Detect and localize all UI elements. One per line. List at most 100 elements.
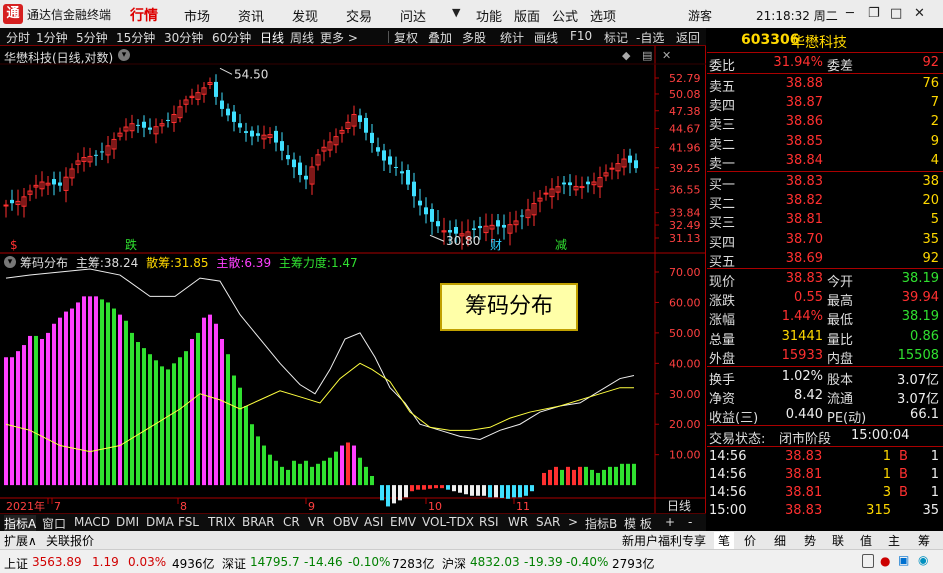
- chip-bar: [590, 469, 594, 486]
- menu-item-wenda[interactable]: 问达: [400, 6, 426, 25]
- tab-dma[interactable]: DMA: [146, 515, 174, 529]
- maximize-icon[interactable]: □: [890, 6, 902, 21]
- btn-mark[interactable]: 标记: [604, 29, 628, 46]
- tick-price: 38.81: [785, 485, 823, 500]
- tab-sar[interactable]: SAR: [536, 515, 560, 529]
- chart-area[interactable]: 52.79 50.08 47.38 44.67 41.96 39.25 36.55 33.84…: [0, 46, 706, 513]
- tab-vol-tdx[interactable]: VOL-TDX: [422, 515, 474, 529]
- chip-bar: [298, 463, 302, 486]
- tab-indicator-a[interactable]: 指标A: [4, 515, 37, 532]
- tab-brar[interactable]: BRAR: [242, 515, 275, 529]
- subtab-detail[interactable]: 细: [774, 532, 786, 549]
- tab-daily[interactable]: 日线: [260, 29, 284, 46]
- btn-multi-stock[interactable]: 多股: [462, 29, 486, 46]
- menu-item-market[interactable]: 市场: [184, 6, 210, 25]
- subtab-main[interactable]: 主: [888, 532, 900, 549]
- tab-rsi[interactable]: RSI: [479, 515, 499, 529]
- zoom-in-button[interactable]: +: [665, 515, 675, 529]
- keyboard-icon[interactable]: [862, 554, 874, 568]
- diamond-icon[interactable]: ◆: [622, 49, 630, 62]
- zoom-out-button[interactable]: -: [688, 515, 692, 529]
- menu-item-trade[interactable]: 交易: [346, 6, 372, 25]
- minimize-icon[interactable]: ─: [846, 6, 854, 21]
- candle-body: [142, 121, 146, 128]
- btn-overlay[interactable]: 叠加: [428, 29, 452, 46]
- ask-price: 38.88: [785, 76, 823, 91]
- tab-5min[interactable]: 5分钟: [76, 29, 108, 46]
- tab-fsl[interactable]: FSL: [178, 515, 199, 529]
- user-label[interactable]: 游客: [688, 7, 712, 24]
- indicator-chevron-icon[interactable]: ▾: [4, 256, 16, 268]
- close-panel-icon[interactable]: ✕: [662, 49, 671, 62]
- hs-index-name[interactable]: 沪深: [442, 555, 466, 572]
- subtab-chips[interactable]: 筹: [918, 532, 930, 549]
- menu-item-formula[interactable]: 公式: [552, 6, 578, 25]
- btn-stats[interactable]: 统计: [500, 29, 524, 46]
- chart-canvas[interactable]: 52.79 50.08 47.38 44.67 41.96 39.25 36.55 33.84…: [0, 46, 706, 513]
- tab-weekly[interactable]: 周线: [290, 29, 314, 46]
- btn-f10[interactable]: F10: [570, 29, 592, 43]
- menu-item-functions[interactable]: 功能: [476, 6, 502, 25]
- btn-remove-favorite[interactable]: -自选: [636, 29, 664, 46]
- linked-quote-button[interactable]: 关联报价: [46, 532, 94, 549]
- tab-intraday[interactable]: 分时: [6, 29, 30, 46]
- tab-vr[interactable]: VR: [308, 515, 325, 529]
- tab-macd[interactable]: MACD: [74, 515, 110, 529]
- tab-obv[interactable]: OBV: [333, 515, 359, 529]
- promo-link[interactable]: 新用户福利专享: [622, 532, 706, 549]
- subtab-trend[interactable]: 势: [804, 532, 816, 549]
- menu-item-layout[interactable]: 版面: [514, 6, 540, 25]
- tab-wr[interactable]: WR: [508, 515, 528, 529]
- tab-60min[interactable]: 60分钟: [212, 29, 251, 46]
- tick-volume: 3: [882, 485, 891, 500]
- chip-bar-negative: [428, 485, 432, 489]
- tab-asi[interactable]: ASI: [364, 515, 383, 529]
- close-icon[interactable]: ✕: [914, 6, 925, 21]
- subtab-related[interactable]: 联: [832, 532, 844, 549]
- tab-15min[interactable]: 15分钟: [116, 29, 155, 46]
- restore-icon[interactable]: ❐: [868, 6, 880, 21]
- menu-item-discover[interactable]: 发现: [292, 6, 318, 25]
- tab-template[interactable]: 模 板: [624, 515, 652, 532]
- chip-bar: [614, 466, 618, 486]
- btn-back[interactable]: 返回: [676, 29, 700, 46]
- stat-value: 38.19: [901, 271, 939, 286]
- tab-indicator-b[interactable]: 指标B: [585, 515, 617, 532]
- bell-icon[interactable]: ●: [880, 554, 890, 568]
- tab-1min[interactable]: 1分钟: [36, 29, 68, 46]
- sh-index-name[interactable]: 上证: [4, 555, 28, 572]
- menu-dropdown-icon[interactable]: ▼: [452, 6, 460, 19]
- sz-index-name[interactable]: 深证: [222, 555, 246, 572]
- stat-row: 总量 31441 量比 0.86: [707, 328, 943, 348]
- tab-cr[interactable]: CR: [283, 515, 300, 529]
- tab-30min[interactable]: 30分钟: [164, 29, 203, 46]
- menu-item-options[interactable]: 选项: [590, 6, 616, 25]
- network-icon[interactable]: ◉: [918, 553, 928, 567]
- tab-emv[interactable]: EMV: [390, 515, 416, 529]
- btn-adjust[interactable]: 复权: [394, 29, 418, 46]
- btn-draw[interactable]: 画线: [534, 29, 558, 46]
- subtab-value[interactable]: 值: [860, 532, 872, 549]
- resize-icon[interactable]: ▤: [642, 49, 652, 62]
- strength-label: 主筹力度:: [278, 256, 331, 270]
- expand-button[interactable]: 扩展∧: [4, 532, 37, 549]
- candle-body: [100, 151, 104, 153]
- candle-body: [226, 108, 230, 116]
- phase-time: 15:00:04: [851, 428, 910, 443]
- subtab-price[interactable]: 价: [744, 532, 756, 549]
- menu-item-news[interactable]: 资讯: [238, 6, 264, 25]
- tab-trix[interactable]: TRIX: [208, 515, 235, 529]
- tab-window[interactable]: 窗口: [42, 515, 66, 532]
- chevron-down-icon[interactable]: ▾: [118, 49, 130, 61]
- chip-bar: [58, 317, 62, 486]
- tab-more[interactable]: 更多 >: [320, 29, 358, 46]
- candle-body: [166, 119, 170, 121]
- ask-volume: 4: [930, 152, 939, 168]
- tab-more-arrow[interactable]: >: [568, 515, 578, 529]
- subtab-ticks[interactable]: 笔: [714, 532, 735, 549]
- message-icon[interactable]: ▣: [898, 553, 909, 567]
- menu-item-quotes[interactable]: 行情: [130, 5, 158, 25]
- chip-bar-negative: [380, 485, 384, 501]
- chip-bar: [560, 469, 564, 486]
- tab-dmi[interactable]: DMI: [116, 515, 139, 529]
